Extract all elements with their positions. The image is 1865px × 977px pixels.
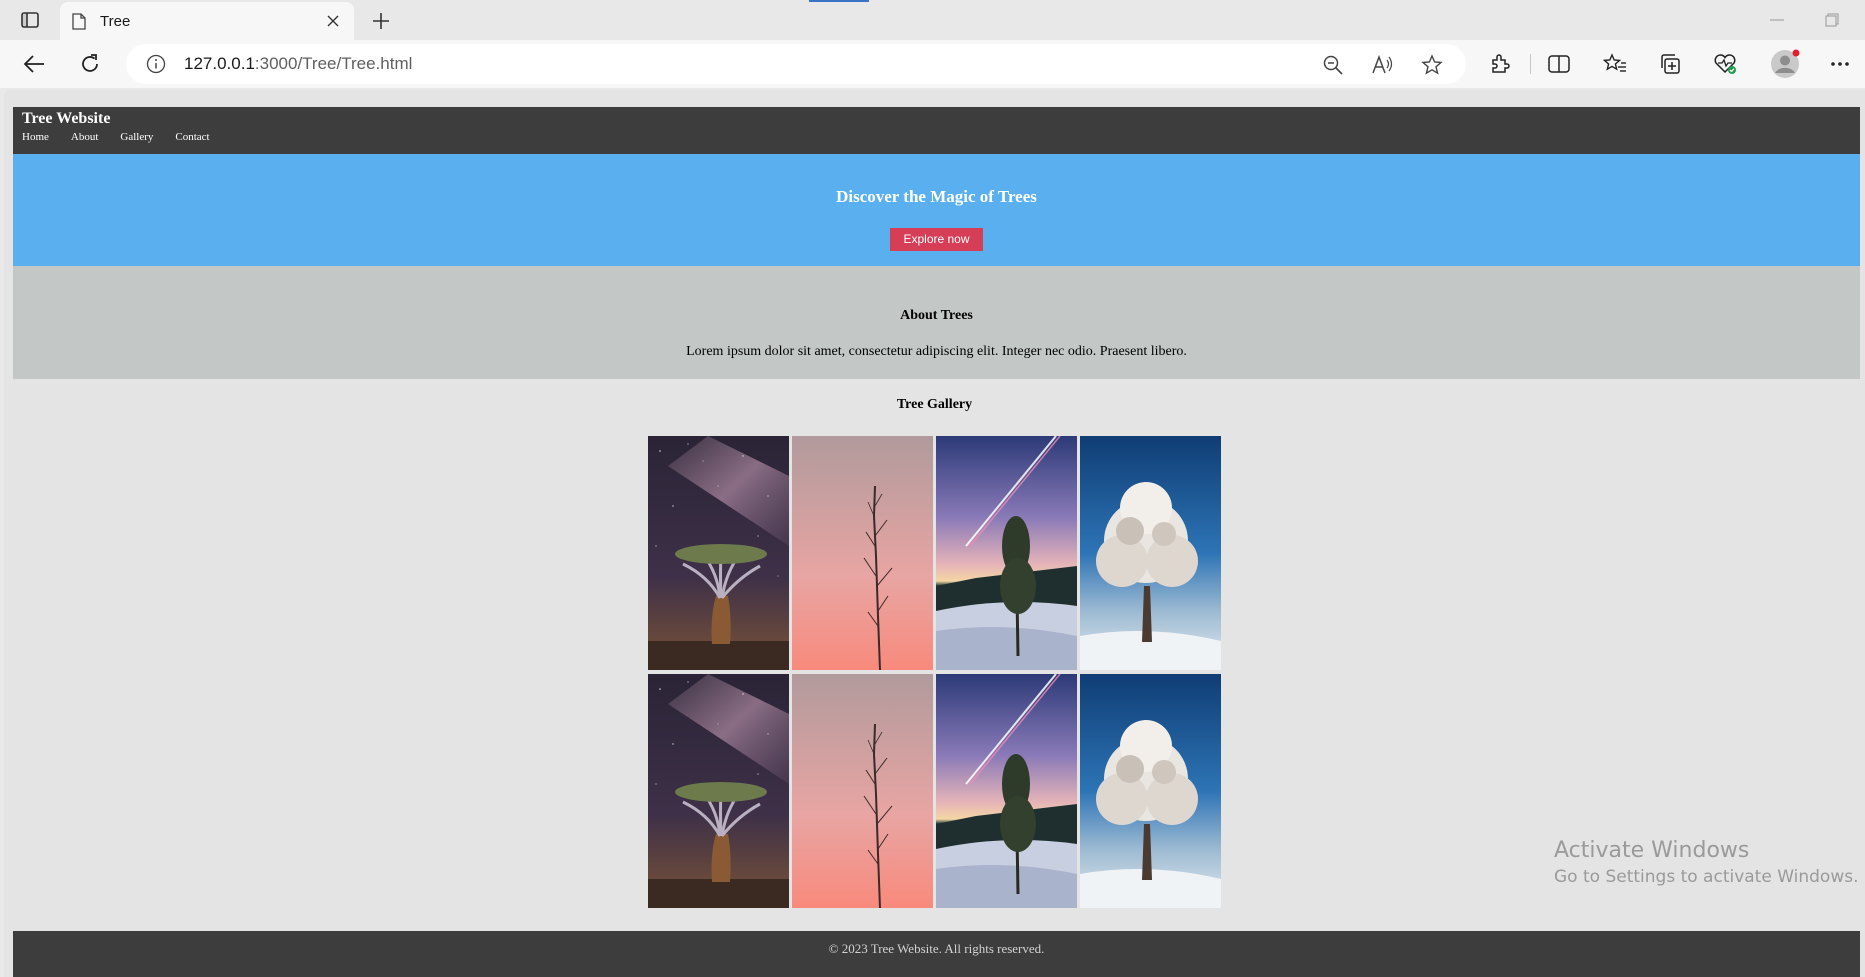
gallery-image-bare-tree xyxy=(792,674,933,908)
close-icon[interactable] xyxy=(324,12,342,30)
browser-tab-bar: Tree xyxy=(0,0,1865,40)
nav-contact[interactable]: Contact xyxy=(175,130,209,144)
profile-icon[interactable] xyxy=(1769,48,1801,80)
more-icon[interactable] xyxy=(1826,50,1854,78)
gallery-image-frosted-tree xyxy=(1080,674,1221,908)
gallery-title: Tree Gallery xyxy=(896,397,973,412)
about-title: About Trees xyxy=(900,308,973,323)
page-icon xyxy=(72,12,86,30)
collections-icon[interactable] xyxy=(1656,50,1684,78)
favorite-star-icon[interactable] xyxy=(1421,54,1443,76)
site-title: Tree Website xyxy=(22,110,111,127)
site-header: Tree Website Home About Gallery Contact xyxy=(13,107,1860,154)
activate-windows-watermark: Activate Windows Go to Settings to activ… xyxy=(1554,838,1859,888)
back-icon[interactable] xyxy=(20,50,48,78)
read-aloud-icon[interactable] xyxy=(1371,54,1393,76)
gallery-image-quiver-tree xyxy=(648,674,789,908)
nav-about[interactable]: About xyxy=(71,130,99,144)
extensions-icon[interactable] xyxy=(1486,50,1514,78)
gallery-image-quiver-tree xyxy=(648,436,789,670)
minimize-icon[interactable] xyxy=(1767,12,1787,28)
about-text: Lorem ipsum dolor sit amet, consectetur … xyxy=(686,344,1187,359)
nav-home[interactable]: Home xyxy=(22,130,49,144)
address-bar[interactable]: 127.0.0.1:3000/Tree/Tree.html xyxy=(126,44,1466,84)
url-host: 127.0.0.1 xyxy=(184,54,255,73)
zoom-out-icon[interactable] xyxy=(1322,54,1344,76)
sidebar-icon[interactable] xyxy=(16,8,44,32)
refresh-icon[interactable] xyxy=(76,50,104,78)
tab-title: Tree xyxy=(100,12,131,30)
url-path: :3000/Tree/Tree.html xyxy=(254,54,413,73)
site-nav: Home About Gallery Contact xyxy=(22,130,1860,144)
gallery-image-snowy-tree-meteor xyxy=(936,436,1077,670)
tree-gallery xyxy=(648,436,1228,910)
site-footer: © 2023 Tree Website. All rights reserved… xyxy=(13,931,1860,977)
split-screen-icon[interactable] xyxy=(1545,50,1573,78)
drag-indicator xyxy=(809,0,869,2)
explore-now-button[interactable]: Explore now xyxy=(890,228,983,251)
restore-icon[interactable] xyxy=(1822,10,1842,30)
about-section: About Trees Lorem ipsum dolor sit amet, … xyxy=(13,266,1860,379)
browser-essentials-icon[interactable] xyxy=(1711,50,1739,78)
plus-icon[interactable] xyxy=(368,8,394,34)
footer-text: © 2023 Tree Website. All rights reserved… xyxy=(828,941,1045,956)
browser-tab[interactable]: Tree xyxy=(60,2,354,40)
watermark-subtitle: Go to Settings to activate Windows. xyxy=(1554,867,1859,887)
nav-gallery[interactable]: Gallery xyxy=(120,130,153,144)
hero-section: Discover the Magic of Trees Explore now xyxy=(13,154,1860,266)
watermark-title: Activate Windows xyxy=(1554,838,1750,863)
url-text[interactable]: 127.0.0.1:3000/Tree/Tree.html xyxy=(184,54,412,74)
gallery-image-snowy-tree-meteor xyxy=(936,674,1077,908)
toolbar-divider xyxy=(1530,54,1531,74)
info-icon[interactable] xyxy=(146,54,166,74)
favorites-icon[interactable] xyxy=(1601,50,1629,78)
gallery-image-bare-tree xyxy=(792,436,933,670)
gallery-image-frosted-tree xyxy=(1080,436,1221,670)
hero-title: Discover the Magic of Trees xyxy=(836,187,1037,206)
browser-toolbar: 127.0.0.1:3000/Tree/Tree.html xyxy=(0,40,1865,88)
